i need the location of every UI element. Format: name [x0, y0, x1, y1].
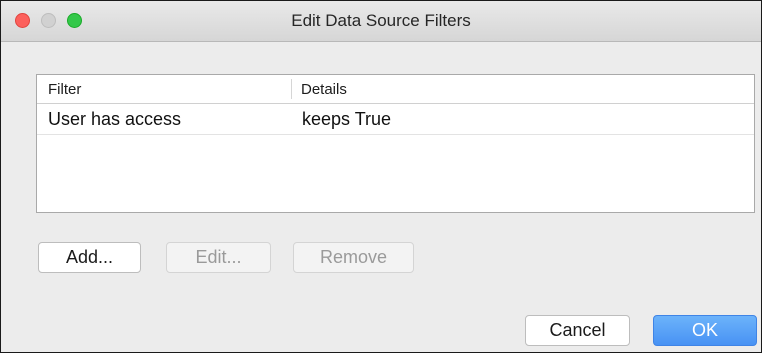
- window-title: Edit Data Source Filters: [291, 11, 471, 30]
- filters-table[interactable]: Filter Details User has access keeps Tru…: [36, 74, 755, 213]
- title-bar[interactable]: Edit Data Source Filters: [1, 1, 761, 42]
- cancel-button[interactable]: Cancel: [525, 315, 630, 346]
- row-details-cell: keeps True: [302, 109, 392, 129]
- remove-button[interactable]: Remove: [293, 242, 414, 273]
- column-header-filter[interactable]: Filter: [48, 75, 81, 103]
- add-button[interactable]: Add...: [38, 242, 141, 273]
- column-header-details[interactable]: Details: [291, 79, 347, 99]
- table-header: Filter Details: [37, 75, 754, 104]
- ok-button[interactable]: OK: [653, 315, 757, 346]
- edit-button[interactable]: Edit...: [166, 242, 271, 273]
- table-row[interactable]: User has access keeps True: [37, 104, 754, 135]
- dialog-window: Edit Data Source Filters Filter Details …: [0, 0, 762, 353]
- row-filter-cell: User has access: [48, 109, 182, 129]
